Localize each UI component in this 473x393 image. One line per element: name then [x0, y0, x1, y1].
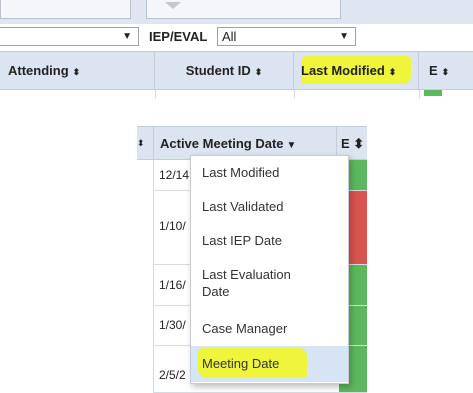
column-header-label: E: [429, 63, 438, 78]
sort-icon: ⬍: [388, 67, 397, 77]
column-divider: [155, 90, 156, 98]
menu-item-label: Last Modified: [202, 165, 280, 180]
iep-eval-label: IEP/EVAL: [149, 29, 208, 44]
column-header-student-id[interactable]: Student ID ⬍: [155, 52, 294, 89]
column-header-label: Student ID: [185, 63, 251, 78]
meeting-date-cell: 2/5/2: [159, 368, 186, 382]
menu-item-meeting-date[interactable]: Meeting Date: [191, 346, 348, 382]
row-dividers: [0, 90, 473, 98]
meeting-date-cell: 1/16/: [159, 278, 186, 292]
menu-item-last-validated[interactable]: Last Validated: [191, 198, 348, 219]
filter-row: ▼ IEP/EVAL All ▼: [0, 24, 473, 50]
column-header-attending[interactable]: Attending ⬍: [0, 52, 155, 89]
sort-icon[interactable]: ⬍: [137, 127, 145, 160]
menu-item-label: Last Evaluation: [202, 267, 291, 282]
menu-item-last-evaluation-date[interactable]: Last Evaluation Date: [191, 266, 348, 306]
table-header-row: Attending ⬍ Student ID ⬍ Last Modified ⬍ E ⬍: [0, 51, 473, 90]
menu-item-label: Meeting Date: [202, 356, 280, 371]
sort-icon: ⬍: [441, 67, 450, 77]
menu-item-label-line2: Date: [202, 284, 230, 299]
column-header-last-modified[interactable]: Last Modified ⬍: [294, 52, 419, 89]
status-indicator: [424, 90, 442, 96]
column-header-label: Attending: [8, 63, 69, 78]
column-divider: [419, 90, 420, 98]
column-header-label: Last Modified: [301, 63, 385, 78]
menu-item-label: Case Manager: [202, 321, 288, 336]
menu-item-label: Last IEP Date: [202, 233, 282, 248]
dropdown-arrow-icon: ▼: [122, 31, 132, 42]
toolbar-button-left[interactable]: [0, 0, 131, 19]
menu-item-case-manager[interactable]: Case Manager: [191, 320, 348, 341]
column-header-label: Active Meeting Date: [160, 136, 284, 151]
chevron-down-icon: ▼: [286, 140, 297, 151]
top-toolbar-strip: [0, 0, 473, 24]
dropdown-arrow-icon: ▼: [339, 31, 349, 42]
caret-icon: [165, 2, 181, 9]
meeting-date-cell: 1/30/: [159, 318, 186, 332]
menu-item-last-modified[interactable]: Last Modified: [191, 164, 348, 185]
iep-eval-select[interactable]: All ▼: [217, 27, 356, 46]
meeting-date-cell: 1/10/: [159, 219, 186, 233]
column-header-e[interactable]: E ⬍: [419, 52, 473, 89]
column-divider: [294, 90, 295, 98]
menu-item-label: Last Validated: [202, 199, 284, 214]
toolbar-button-right[interactable]: [146, 0, 341, 19]
meeting-date-cell: 12/14: [159, 168, 190, 182]
sort-icon: ⬍: [254, 67, 263, 77]
filter-select-1[interactable]: ▼: [0, 27, 139, 46]
iep-eval-value: All: [222, 29, 237, 44]
sort-icon: ⬍: [72, 67, 81, 77]
sort-dropdown-menu: Last Modified Last Validated Last IEP Da…: [190, 155, 349, 384]
menu-item-last-iep-date[interactable]: Last IEP Date: [191, 232, 348, 253]
